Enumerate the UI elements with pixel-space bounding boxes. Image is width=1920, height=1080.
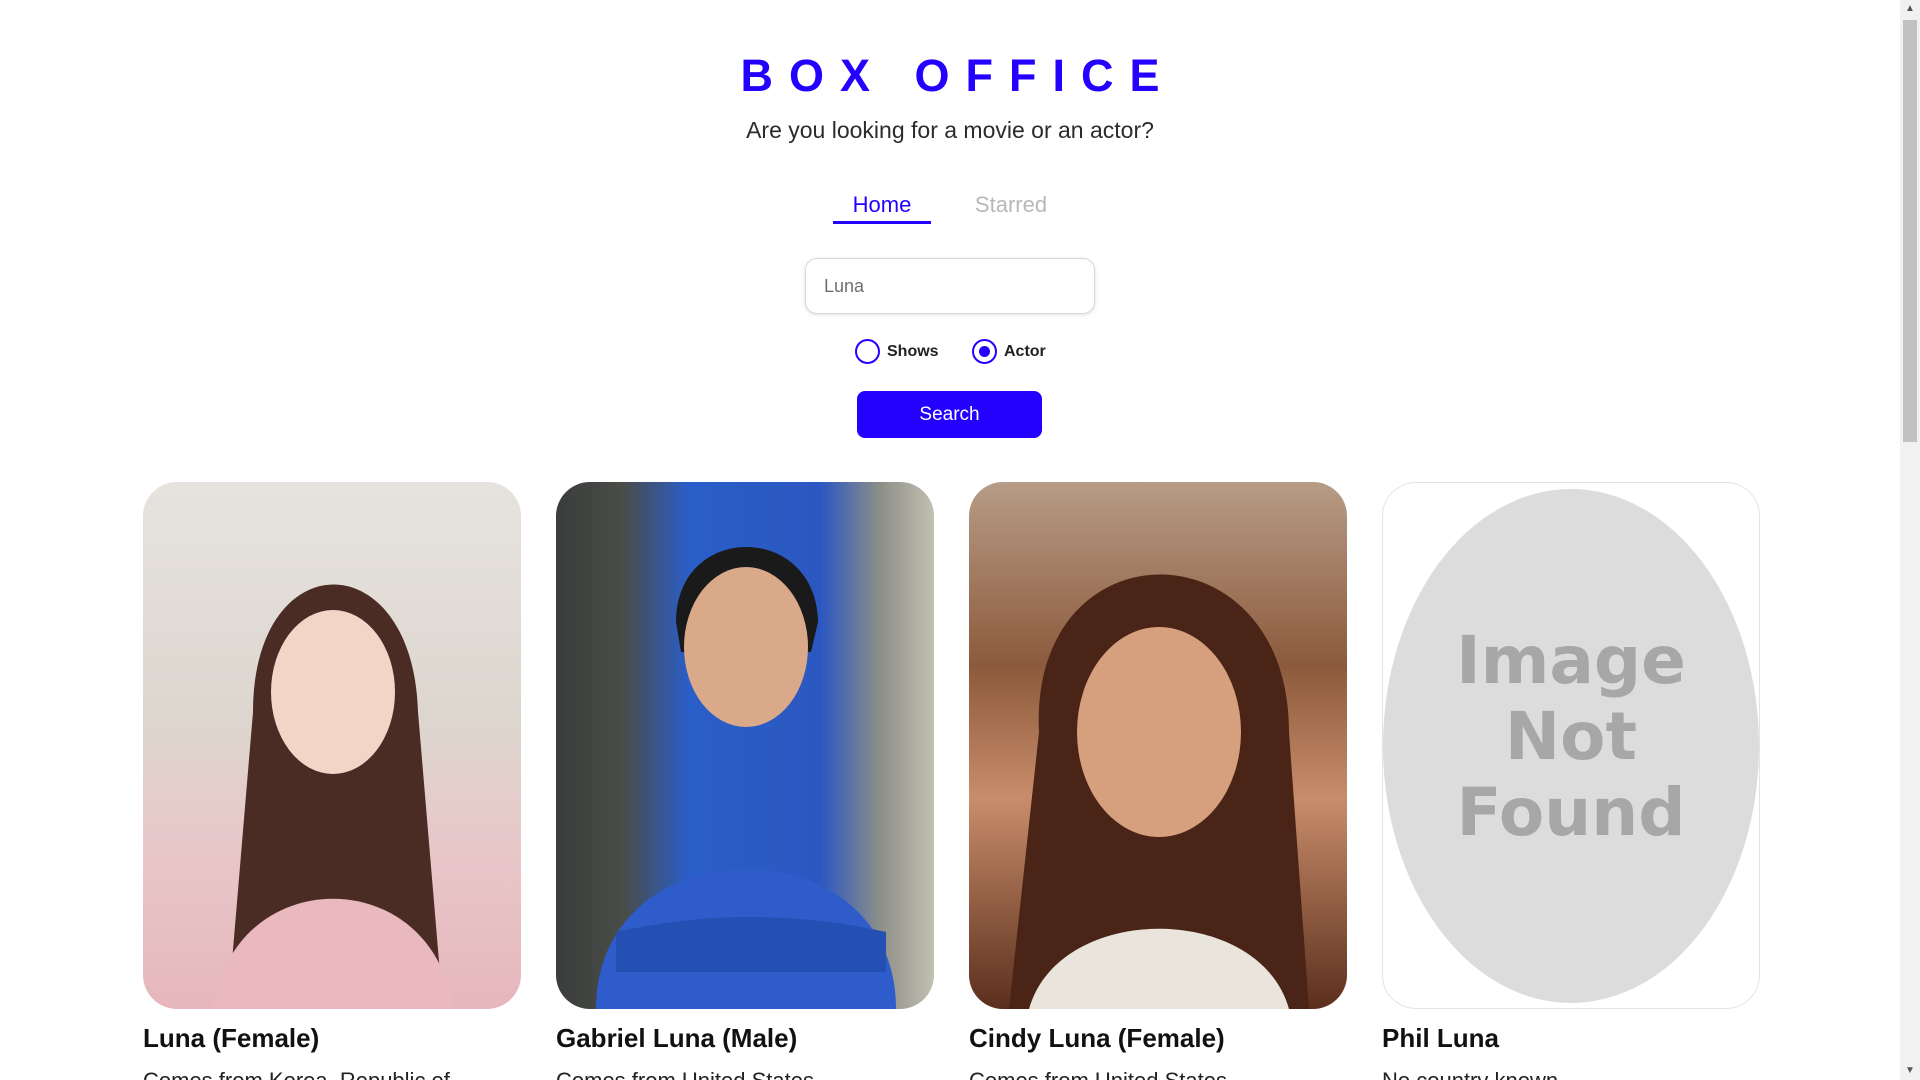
actor-photo[interactable] <box>556 482 934 1009</box>
result-card[interactable]: Cindy Luna (Female) Comes from United St… <box>969 482 1347 1080</box>
person-silhouette-icon <box>1009 574 1309 1009</box>
placeholder-text: Image Not Found <box>1383 623 1759 851</box>
radio-actor[interactable]: Actor <box>972 339 1046 364</box>
placeholder-line: Found <box>1456 774 1686 851</box>
person-silhouette-icon <box>596 547 896 1009</box>
actor-country: Comes from Korea, Republic of <box>143 1068 521 1080</box>
radio-shows[interactable]: Shows <box>855 339 939 364</box>
actor-name: Luna (Female) <box>143 1023 320 1053</box>
actor-country: No country known <box>1382 1068 1760 1080</box>
search-button[interactable]: Search <box>857 391 1042 438</box>
radio-actor-label: Actor <box>1004 342 1046 360</box>
vertical-scrollbar[interactable]: ▲ ▼ <box>1900 0 1920 1080</box>
actor-name: Phil Luna <box>1382 1023 1499 1053</box>
image-not-found[interactable]: Image Not Found <box>1382 482 1760 1009</box>
radio-selected-dot <box>979 346 990 357</box>
actor-country: Comes from United States <box>969 1068 1347 1080</box>
results-grid: Luna (Female) Comes from Korea, Republic… <box>143 482 1763 1080</box>
actor-name: Gabriel Luna (Male) <box>556 1023 798 1053</box>
page: BOX OFFICE Are you looking for a movie o… <box>0 0 1900 1080</box>
placeholder-line: Image <box>1456 622 1686 699</box>
scroll-down-arrow-icon[interactable]: ▼ <box>1900 1062 1920 1080</box>
scroll-up-arrow-icon[interactable]: ▲ <box>1900 0 1920 18</box>
result-card[interactable]: Luna (Female) Comes from Korea, Republic… <box>143 482 521 1080</box>
radio-actor-button[interactable] <box>972 339 997 364</box>
person-silhouette-icon <box>213 584 453 1009</box>
result-card[interactable]: Gabriel Luna (Male) Comes from United St… <box>556 482 934 1080</box>
tab-home[interactable]: Home <box>833 192 931 224</box>
search-input[interactable] <box>805 258 1095 314</box>
radio-shows-button[interactable] <box>855 339 880 364</box>
actor-country: Comes from United States <box>556 1068 934 1080</box>
result-card[interactable]: Image Not Found Phil Luna No country kno… <box>1382 482 1760 1080</box>
tab-starred[interactable]: Starred <box>968 192 1054 224</box>
app-title: BOX OFFICE <box>740 50 1176 101</box>
actor-name: Cindy Luna (Female) <box>969 1023 1225 1053</box>
actor-photo[interactable] <box>969 482 1347 1009</box>
scroll-thumb[interactable] <box>1903 20 1917 442</box>
actor-photo[interactable] <box>143 482 521 1009</box>
placeholder-line: Not <box>1504 698 1638 775</box>
app-subtitle: Are you looking for a movie or an actor? <box>746 117 1154 143</box>
radio-shows-label: Shows <box>887 342 939 360</box>
